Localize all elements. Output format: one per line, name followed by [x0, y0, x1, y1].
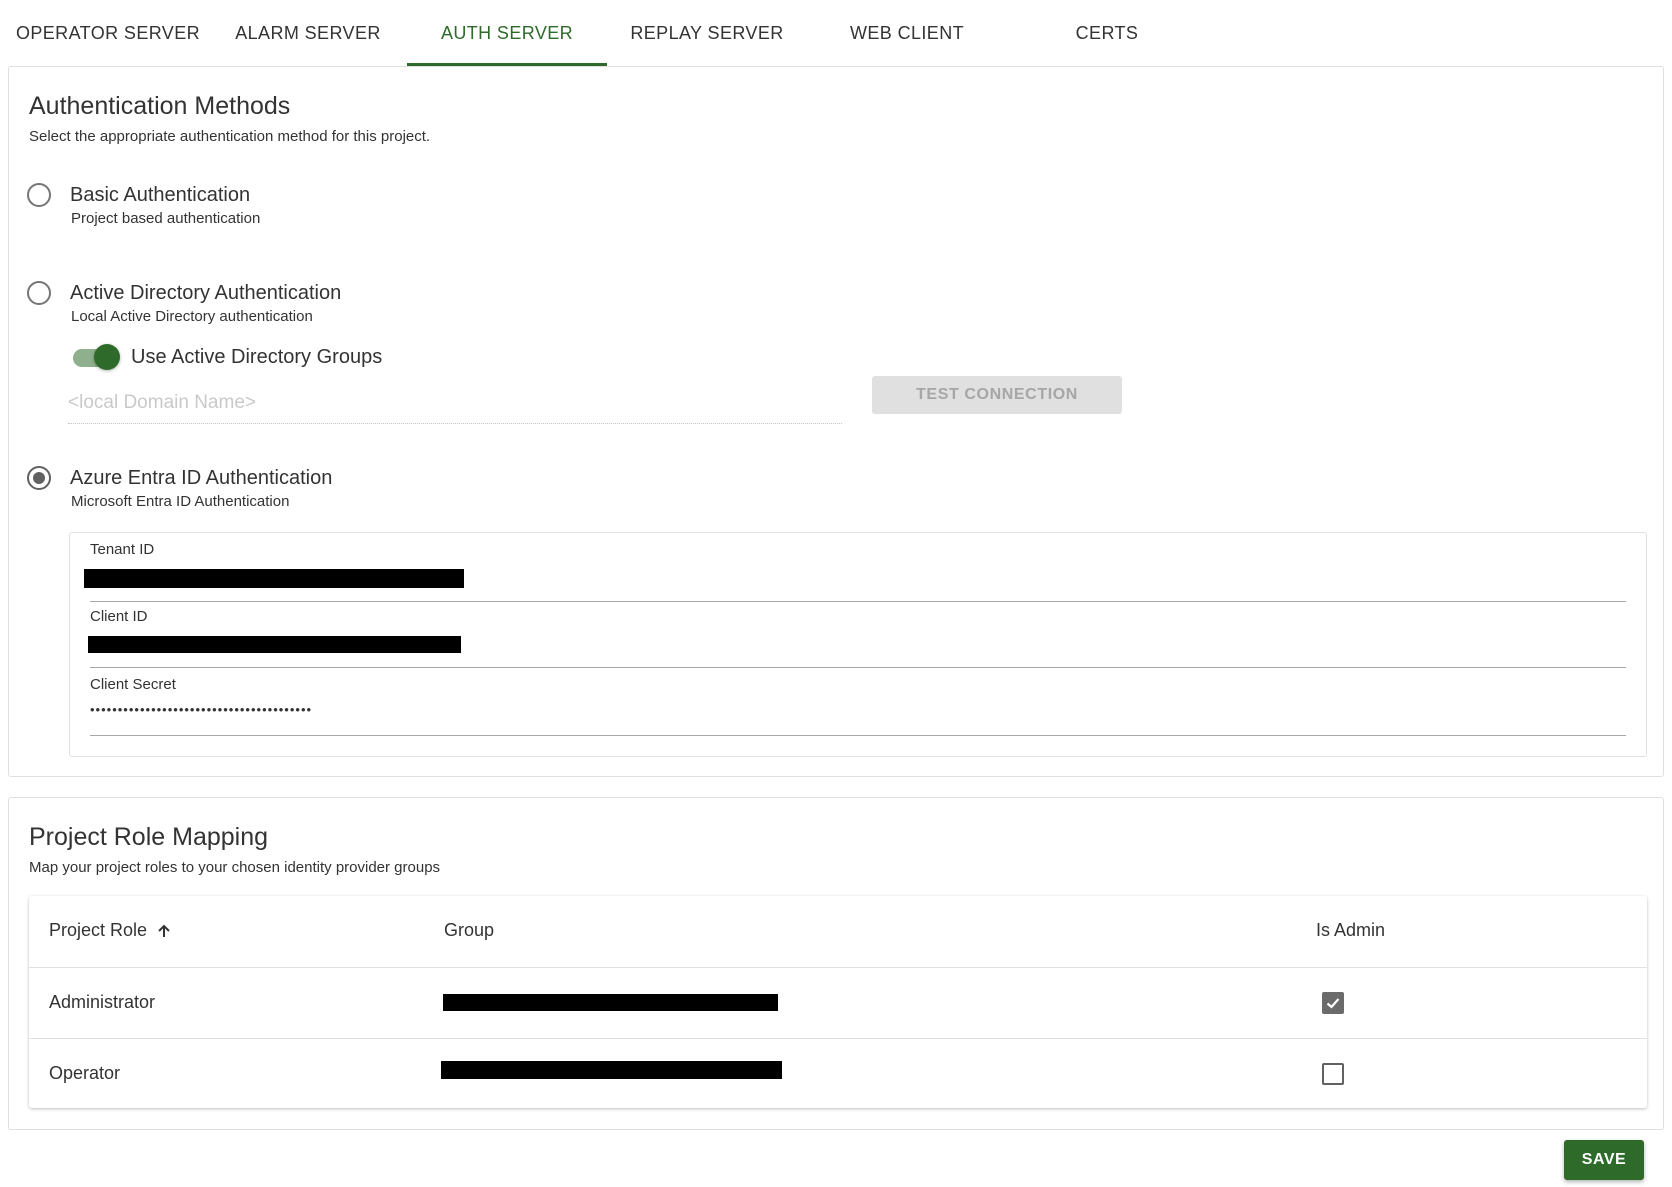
- row-divider: [29, 1038, 1647, 1039]
- checkmark-icon: [1326, 998, 1340, 1009]
- client-id-underline: [90, 667, 1626, 668]
- section-title: Authentication Methods: [29, 92, 291, 120]
- tenant-id-underline: [90, 601, 1626, 602]
- radio-selected-dot: [33, 472, 45, 484]
- client-id-input[interactable]: [88, 636, 461, 653]
- tenant-id-label: Tenant ID: [90, 541, 155, 558]
- authentication-methods-panel: Authentication Methods Select the approp…: [8, 66, 1664, 777]
- use-ad-groups-label: Use Active Directory Groups: [131, 346, 383, 368]
- tab-bar: OPERATOR SERVER ALARM SERVER AUTH SERVER…: [0, 0, 1672, 66]
- tab-label: WEB CLIENT: [849, 22, 964, 43]
- tab-label: OPERATOR SERVER: [15, 22, 201, 43]
- domain-name-input[interactable]: [68, 389, 842, 424]
- toggle-thumb: [94, 344, 120, 370]
- project-role-mapping-panel: Project Role Mapping Map your project ro…: [8, 797, 1664, 1130]
- client-secret-underline: [90, 735, 1626, 736]
- test-connection-button[interactable]: TEST CONNECTION: [872, 376, 1122, 414]
- section-subtitle: Map your project roles to your chosen id…: [29, 859, 441, 876]
- azure-auth-radio[interactable]: [27, 466, 51, 490]
- tab-certs[interactable]: CERTS: [1007, 0, 1207, 66]
- tab-label: CERTS: [1075, 22, 1139, 43]
- azure-auth-title: Azure Entra ID Authentication: [70, 467, 333, 489]
- client-secret-label: Client Secret: [90, 676, 176, 693]
- basic-auth-title: Basic Authentication: [70, 184, 251, 206]
- tab-operator-server[interactable]: OPERATOR SERVER: [8, 0, 208, 66]
- tab-alarm-server[interactable]: ALARM SERVER: [208, 0, 408, 66]
- ad-auth-radio[interactable]: [27, 281, 51, 305]
- tab-auth-server[interactable]: AUTH SERVER: [407, 0, 607, 66]
- tab-label: AUTH SERVER: [440, 22, 574, 43]
- column-header-label: Project Role: [49, 920, 148, 940]
- role-mapping-table: Project Role Group Is Admin Administrato…: [29, 896, 1647, 1108]
- column-header-is-admin[interactable]: Is Admin: [1316, 920, 1385, 941]
- tab-replay-server[interactable]: REPLAY SERVER: [607, 0, 807, 66]
- client-secret-input[interactable]: ••••••••••••••••••••••••••••••••••••••••: [90, 702, 312, 717]
- tenant-id-input[interactable]: [84, 569, 464, 588]
- azure-credentials-card: Tenant ID Client ID Client Secret ••••••…: [69, 532, 1647, 757]
- tab-web-client[interactable]: WEB CLIENT: [807, 0, 1007, 66]
- section-subtitle: Select the appropriate authentication me…: [29, 128, 431, 145]
- role-cell: Operator: [49, 1063, 121, 1083]
- client-id-label: Client ID: [90, 608, 148, 625]
- tab-label: REPLAY SERVER: [630, 22, 784, 43]
- tab-label: ALARM SERVER: [235, 22, 381, 43]
- is-admin-checkbox[interactable]: [1322, 1063, 1344, 1085]
- group-cell[interactable]: [443, 994, 778, 1011]
- ad-auth-title: Active Directory Authentication: [70, 282, 342, 304]
- save-button[interactable]: SAVE: [1564, 1140, 1644, 1180]
- row-divider: [29, 967, 1647, 968]
- basic-auth-radio[interactable]: [27, 183, 51, 207]
- column-header-group[interactable]: Group: [444, 920, 494, 941]
- ad-auth-subtitle: Local Active Directory authentication: [71, 308, 313, 325]
- column-header-project-role[interactable]: Project Role: [49, 920, 173, 941]
- section-title: Project Role Mapping: [29, 823, 269, 851]
- arrow-up-icon: [158, 924, 170, 937]
- use-ad-groups-toggle[interactable]: [73, 344, 121, 372]
- basic-auth-subtitle: Project based authentication: [71, 210, 261, 227]
- role-cell: Administrator: [49, 992, 156, 1012]
- azure-auth-subtitle: Microsoft Entra ID Authentication: [71, 493, 290, 510]
- is-admin-checkbox[interactable]: [1322, 992, 1344, 1014]
- group-cell[interactable]: [441, 1061, 782, 1079]
